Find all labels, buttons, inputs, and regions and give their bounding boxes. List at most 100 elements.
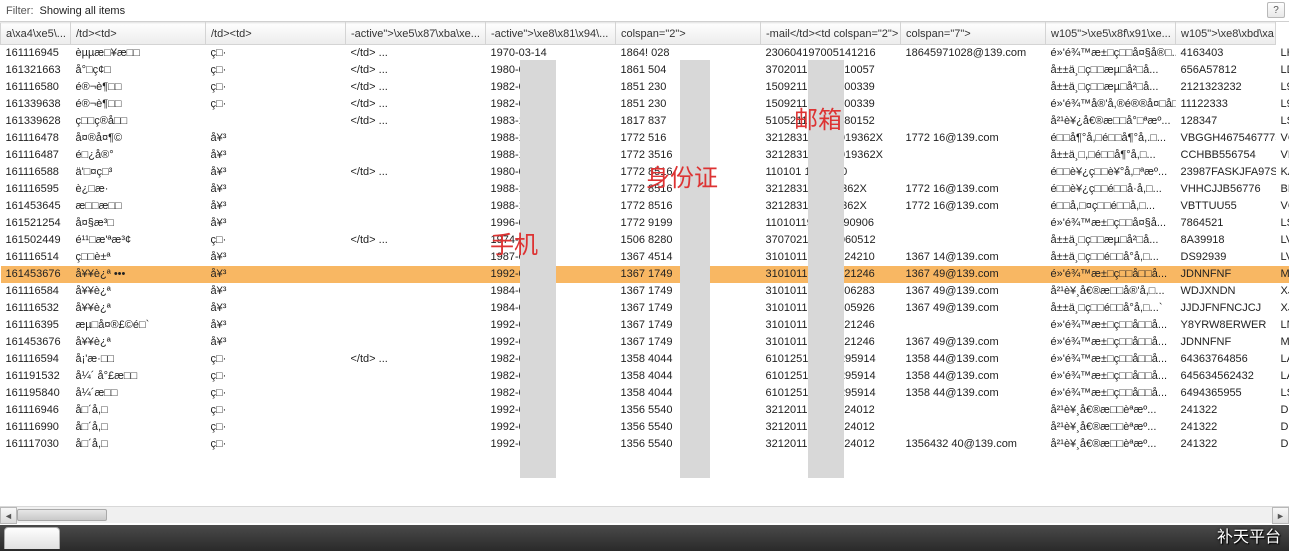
column-header[interactable]: w105">\xe8\xbd\xa	[1176, 23, 1276, 45]
table-row[interactable]: 161116990å□´å,□ç□·1992-06-121356 5540321…	[1, 419, 1289, 436]
table-row[interactable]: 161191532å¼´ å°£æ□□ç□·1982-03-291358 404…	[1, 368, 1289, 385]
table-cell: 150921198204200339	[761, 79, 901, 96]
table-cell	[346, 419, 486, 436]
table-cell: DSASDDSFCDVE12	[1276, 436, 1289, 453]
table-cell: 2121323232	[1176, 79, 1276, 96]
table-cell: ç□·	[206, 96, 346, 113]
table-cell: 610125198203295914	[761, 368, 901, 385]
table-row[interactable]: 161195840å¼´æ□□ç□·1982-03-291358 4044610…	[1, 385, 1289, 402]
table-cell: 321283119 019362X	[761, 181, 901, 198]
table-cell: 1367 1749	[616, 266, 761, 283]
table-cell: 161116594	[1, 351, 71, 368]
table-row[interactable]: 161116584å¥¥è¿ªå¥³1984-09-101367 1749310…	[1, 283, 1289, 300]
table-row[interactable]: 161521254å¤§æ³□å¥³1996-09-091772 9199110…	[1, 215, 1289, 232]
table-cell: 1980-01-01	[486, 164, 616, 181]
table-cell: LASDFAD398572349	[1276, 368, 1289, 385]
table-row[interactable]: 161117030å□´å,□ç□·1992-06-121356 5540321…	[1, 436, 1289, 453]
footer-tab[interactable]	[4, 527, 60, 549]
table-row[interactable]: 161116478å¤®å¤¶©å¥³1988-10-191772 516321…	[1, 130, 1289, 147]
table-row[interactable]: 161502449é¹¹□æ'ªæ³¢ç□·</td> ...1974-02-0…	[1, 232, 1289, 249]
table-row[interactable]: 161339628ç□□ç®å□□</td> ...1983-10-081817…	[1, 113, 1289, 130]
scroll-right-button[interactable]: ►	[1272, 507, 1289, 524]
table-cell: é»'é¾™æ±□ç□□å□□å...	[1046, 334, 1176, 351]
table-cell: 161116580	[1, 79, 71, 96]
table-row[interactable]: 161116514ç□□è±ªå¥³1987-03-121367 4514310…	[1, 249, 1289, 266]
table-cell: 1367 4514	[616, 249, 761, 266]
table-cell: 161453676	[1, 334, 71, 351]
table-row[interactable]: 161116946å□´å,□ç□·1992-06-121356 5540321…	[1, 402, 1289, 419]
column-header[interactable]: -active">\xe5\x87\xba\xe...	[346, 23, 486, 45]
column-header[interactable]: colspan="7">	[901, 23, 1046, 45]
data-grid[interactable]: a\xa4\xe5\.../td><td>/td><td>-active">\x…	[0, 22, 1289, 453]
table-cell: BBHG46545676448	[1276, 181, 1289, 198]
table-cell	[346, 402, 486, 419]
table-cell: å¥³	[206, 266, 346, 283]
table-cell: 161339628	[1, 113, 71, 130]
table-row[interactable]: 161116595è¿□æ·å¥³1988-10-191772 85163212…	[1, 181, 1289, 198]
column-header[interactable]: colspan="2">	[616, 23, 761, 45]
table-cell: å±±ä¸□ç□□æµ□å²□å...	[1046, 232, 1176, 249]
table-cell: LVSHCAAEX8F2986	[1276, 232, 1289, 249]
table-cell: 1983-10-08	[486, 113, 616, 130]
table-cell: é»'é¾™æ±□ç□□å¤§å...	[1046, 215, 1176, 232]
table-row[interactable]: 161116945èµµæ□¥æ□□ç□·</td> ...1970-03-14…	[1, 45, 1289, 62]
table-row[interactable]: 161453676å¥¥è¿ªå¥³1992-08-121367 1749310…	[1, 334, 1289, 351]
table-cell: 64363764856	[1176, 351, 1276, 368]
table-cell: 161117030	[1, 436, 71, 453]
table-cell: 1992-08-12	[486, 334, 616, 351]
table-cell: 1367 1749	[616, 334, 761, 351]
watermark: 补天平台	[1217, 523, 1281, 547]
table-cell: 1861 504	[616, 62, 761, 79]
table-cell: é»'é¾™å®'å,®é®®å¤□å□¸...	[1046, 96, 1176, 113]
table-cell: MMXMXNCBBDBBDI	[1276, 334, 1289, 351]
table-cell: WDJXNDN	[1176, 283, 1276, 300]
help-button[interactable]: ?	[1267, 2, 1285, 18]
table-cell: 1988-10-19	[486, 198, 616, 215]
table-cell	[346, 334, 486, 351]
table-row[interactable]: 161321663å°□ç¢□ç□·</td> ...1980-01-01186…	[1, 62, 1289, 79]
table-cell: 1358 44@139.com	[901, 351, 1046, 368]
table-cell: ç□·	[206, 368, 346, 385]
filter-value: Showing all items	[40, 5, 126, 17]
table-cell: 1367 14@139.com	[901, 249, 1046, 266]
table-cell: 161116532	[1, 300, 71, 317]
table-cell: JDNNFNF	[1176, 266, 1276, 283]
column-header[interactable]: /td><td>	[71, 23, 206, 45]
table-row[interactable]: 161116594å¡'æ·□□ç□·</td> ...1982-03-2913…	[1, 351, 1289, 368]
table-cell: 1358 4044	[616, 351, 761, 368]
scroll-left-button[interactable]: ◄	[0, 507, 17, 524]
table-cell: DSASDDSFCDVE12	[1276, 419, 1289, 436]
horizontal-scrollbar[interactable]: ◄ ►	[0, 506, 1289, 523]
table-cell: å¥¥è¿ª	[71, 334, 206, 351]
column-header[interactable]: -mail</td><td colspan="2">	[761, 23, 901, 45]
table-cell: å¥³	[206, 334, 346, 351]
column-header[interactable]: a\xa4\xe5\...	[1, 23, 71, 45]
table-cell: ç□□ç®å□□	[71, 113, 206, 130]
table-cell: å¤§æ³□	[71, 215, 206, 232]
table-cell: ç□·	[206, 402, 346, 419]
table-cell: VCFYRY4676335789	[1276, 198, 1289, 215]
table-row[interactable]: 161453676å¥¥è¿ª •••å¥³1992-08-121367 174…	[1, 266, 1289, 283]
table-cell: ç□·	[206, 45, 346, 62]
table-cell: å°□ç¢□	[71, 62, 206, 79]
table-row[interactable]: 161116580é®¬è¶□□ç□·</td> ...1982-04-2018…	[1, 79, 1289, 96]
column-header[interactable]: /td><td>	[206, 23, 346, 45]
table-row[interactable]: 161116395æµ□å¤®£©é□`å¥³1992-08-121367 17…	[1, 317, 1289, 334]
table-cell: é¹¹□æ'ªæ³¢	[71, 232, 206, 249]
column-header[interactable]: -active">\xe8\x81\x94\...	[486, 23, 616, 45]
table-row[interactable]: 161339638é®¬è¶□□ç□·</td> ...1982-04-2018…	[1, 96, 1289, 113]
table-cell: 8A39918	[1176, 232, 1276, 249]
table-cell: é»'é¾™æ±□ç□□å¤§å®□...	[1046, 45, 1176, 62]
column-header[interactable]: w105">\xe5\x8f\x91\xe...	[1046, 23, 1176, 45]
table-row[interactable]: 161116487é□¿å®°å¥³1988-10-191772 3516321…	[1, 147, 1289, 164]
table-cell: å¥¥è¿ª	[71, 300, 206, 317]
table-cell: å¥³	[206, 164, 346, 181]
scroll-thumb[interactable]	[17, 509, 107, 521]
table-cell: å□´å,□	[71, 419, 206, 436]
table-row[interactable]: 161453645æ□□æ□□å¥³1988-10-191772 8516321…	[1, 198, 1289, 215]
table-row[interactable]: 161116532å¥¥è¿ªå¥³1984-09-101367 1749310…	[1, 300, 1289, 317]
table-cell: 1367 49@139.com	[901, 300, 1046, 317]
table-cell: 1772 516	[616, 130, 761, 147]
table-row[interactable]: 161116588ä'□¤ç□³å¥³</td> ...1980-01-0117…	[1, 164, 1289, 181]
table-cell: å±±ä¸□,□é□□å¶°å,□...	[1046, 147, 1176, 164]
